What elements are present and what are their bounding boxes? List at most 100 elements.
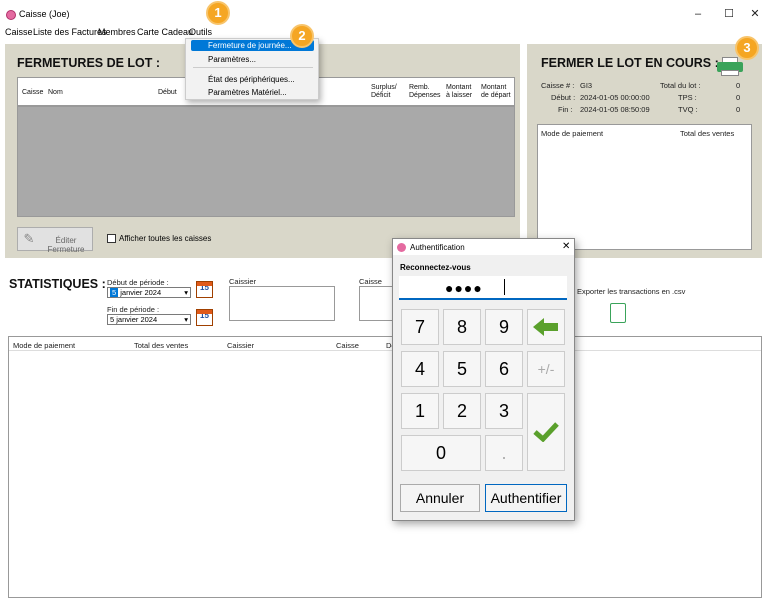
auth-prompt: Reconnectez-vous — [400, 263, 471, 272]
debut-day: 5 — [110, 288, 119, 297]
export-csv-icon[interactable] — [610, 303, 626, 323]
app-icon — [397, 243, 406, 252]
fin-value: 2024-01-05 08:50:09 — [580, 105, 650, 114]
fin-periode-label: Fin de période : — [107, 305, 160, 314]
fermetures-grid-body[interactable] — [17, 106, 515, 217]
menu-caisse[interactable]: Caisse — [5, 27, 33, 37]
authenticate-button[interactable]: Authentifier — [485, 484, 567, 512]
plusminus-key[interactable]: +/- — [527, 351, 565, 387]
debut-periode-label: Début de période : — [107, 278, 169, 287]
fermetures-title: FERMETURES DE LOT : — [17, 56, 161, 70]
debut-periode-picker[interactable]: 5 janvier 2024 ▾ — [107, 287, 191, 298]
step-badge-3: 3 — [735, 36, 759, 60]
col-montant-laisser: Montant à laisser — [446, 84, 473, 99]
window-title: Caisse (Joe) — [19, 9, 70, 19]
key-6[interactable]: 6 — [485, 351, 523, 387]
key-decimal[interactable]: . — [485, 435, 523, 471]
col-surplus: Surplus/ Déficit — [371, 84, 397, 99]
fin-month: janvier — [116, 315, 139, 324]
caissier-label: Caissier — [229, 277, 257, 286]
auth-title: Authentification — [410, 243, 465, 252]
close-button[interactable]: ✕ — [740, 6, 769, 22]
menu-etat-peripheriques[interactable]: État des périphériques... — [208, 75, 295, 84]
menu-separator — [193, 67, 313, 68]
menu-membres[interactable]: Membres — [98, 27, 136, 37]
key-9[interactable]: 9 — [485, 309, 523, 345]
dropdown-arrow-icon: ▾ — [184, 315, 188, 324]
total-lot-value: 0 — [736, 81, 741, 90]
tps-value: 0 — [736, 93, 741, 102]
tvq-value: 0 — [736, 105, 741, 114]
menu-parametres[interactable]: Paramètres... — [208, 55, 256, 64]
app-icon — [6, 10, 16, 20]
stats-col-mode: Mode de paiement — [13, 341, 76, 350]
key-1[interactable]: 1 — [401, 393, 439, 429]
debut-label: Début : — [551, 93, 576, 102]
menu-parametres-materiel[interactable]: Paramètres Matériel... — [208, 88, 287, 97]
col-montant-depart: Montant de départ — [481, 84, 511, 99]
caissier-list[interactable] — [229, 286, 335, 321]
menu-fermeture-journee[interactable]: Fermeture de journée... — [208, 41, 292, 50]
caisse-num-value: GI3 — [580, 81, 593, 90]
stats-grid[interactable] — [8, 336, 762, 598]
debut-year: 2024 — [144, 288, 162, 297]
auth-close-button[interactable]: ✕ — [562, 241, 570, 252]
show-all-label: Afficher toutes les caisses — [119, 234, 212, 243]
step-badge-2: 2 — [290, 24, 314, 48]
back-arrow-icon — [533, 318, 558, 336]
key-4[interactable]: 4 — [401, 351, 439, 387]
export-label: Exporter les transactions en .csv — [577, 287, 686, 296]
fin-day: 5 — [110, 315, 115, 324]
debut-month: janvier — [120, 288, 143, 297]
key-7[interactable]: 7 — [401, 309, 439, 345]
key-8[interactable]: 8 — [443, 309, 481, 345]
caisse-num-label: Caisse # : — [541, 81, 575, 90]
tps-label: TPS : — [678, 93, 697, 102]
printer-icon[interactable] — [717, 57, 743, 77]
menu-carte-cadeau[interactable]: Carte Cadeau — [137, 27, 193, 37]
stats-col-total: Total des ventes — [134, 341, 189, 350]
stats-col-caisse: Caisse — [336, 341, 359, 350]
calendar-icon[interactable]: 15 — [196, 309, 213, 326]
fermer-payment-grid[interactable] — [537, 124, 752, 250]
menu-outils[interactable]: Outils — [189, 27, 212, 37]
stats-title: STATISTIQUES : — [9, 277, 106, 291]
caisse-filter-label: Caisse — [359, 277, 382, 286]
fermer-title: FERMER LE LOT EN COURS : — [541, 56, 719, 70]
key-5[interactable]: 5 — [443, 351, 481, 387]
caisse-filter-list[interactable] — [359, 286, 393, 321]
pencil-icon: ✎ — [23, 231, 35, 246]
step-badge-1: 1 — [206, 1, 230, 25]
tvq-label: TVQ : — [678, 105, 698, 114]
password-input[interactable]: ●●●● — [399, 276, 567, 300]
minimize-button[interactable]: – — [683, 6, 713, 22]
col-remb: Remb. Dépenses — [409, 84, 441, 99]
total-lot-label: Total du lot : — [660, 81, 701, 90]
col-debut: Début — [158, 89, 177, 96]
fermer-col-mode: Mode de paiement — [541, 129, 604, 138]
key-3[interactable]: 3 — [485, 393, 523, 429]
show-all-checkbox[interactable] — [107, 234, 116, 243]
backspace-key[interactable] — [527, 309, 565, 345]
checkmark-icon — [533, 422, 559, 443]
edit-fermeture-label: Éditer Fermeture — [47, 236, 85, 254]
fin-year: 2024 — [140, 315, 158, 324]
password-mask: ●●●● — [445, 280, 483, 296]
key-2[interactable]: 2 — [443, 393, 481, 429]
key-0[interactable]: 0 — [401, 435, 481, 471]
dropdown-arrow-icon: ▾ — [184, 288, 188, 297]
stats-grid-header — [9, 337, 761, 351]
enter-key[interactable] — [527, 393, 565, 471]
text-cursor — [504, 279, 505, 295]
stats-col-caissier: Caissier — [227, 341, 255, 350]
title-bar — [0, 0, 769, 26]
menu-liste-factures[interactable]: Liste des Factures — [33, 27, 107, 37]
col-nom: Nom — [48, 89, 63, 96]
fin-periode-picker[interactable]: 5 janvier 2024 ▾ — [107, 314, 191, 325]
cancel-button[interactable]: Annuler — [400, 484, 480, 512]
edit-fermeture-button[interactable]: ✎ Éditer Fermeture — [17, 227, 93, 254]
fin-label: Fin : — [558, 105, 573, 114]
fermer-col-total: Total des ventes — [680, 129, 735, 138]
calendar-icon[interactable]: 15 — [196, 281, 213, 298]
col-caisse: Caisse — [22, 89, 44, 96]
